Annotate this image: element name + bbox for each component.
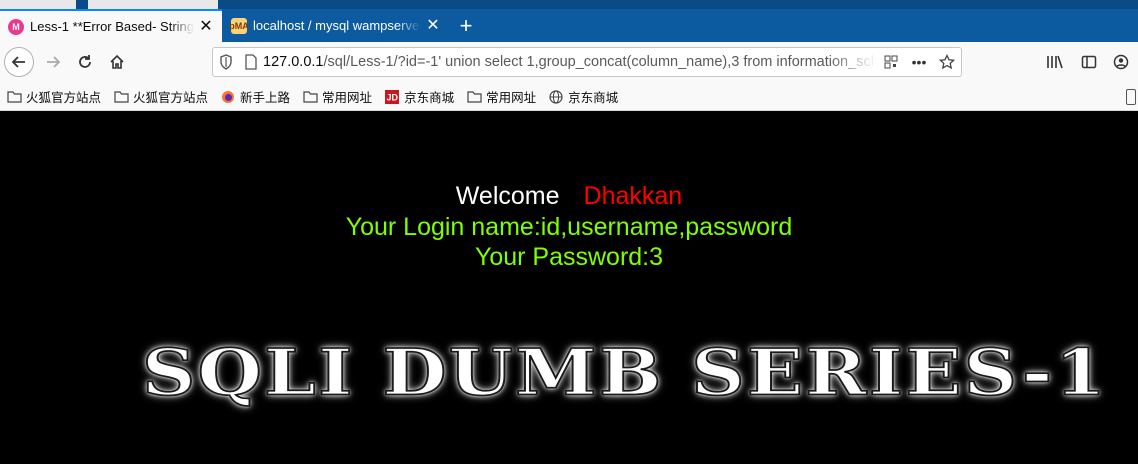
title-strip: [0, 0, 1138, 9]
password-line: Your Password:3: [474, 243, 664, 271]
url-host: 127.0.0.1: [263, 54, 324, 70]
welcome-line: Welcome Dhakkan: [0, 181, 1138, 211]
banner-text: SQLI DUMB SERIES-1: [141, 335, 1108, 411]
bookmark-label: 京东商城: [568, 91, 619, 105]
bookmark-label: 常用网址: [322, 91, 373, 105]
firefox-icon: [220, 90, 236, 104]
bookmark-item[interactable]: JD 京东商城: [384, 87, 454, 106]
back-button[interactable]: [4, 47, 34, 77]
jd-icon: JD: [384, 89, 400, 104]
tab-bar: M Less-1 **Error Based- String** ✕ pMA l…: [0, 9, 1138, 42]
account-button[interactable]: [1106, 47, 1136, 77]
sidebar-icon: [1081, 55, 1097, 69]
account-icon: [1113, 54, 1129, 70]
user-name: Dhakkan: [583, 182, 683, 210]
bookmark-item[interactable]: 常用网址: [466, 87, 536, 106]
qr-code-icon[interactable]: [877, 55, 905, 69]
folder-icon: [6, 90, 22, 104]
library-button[interactable]: [1040, 47, 1070, 77]
login-name-line: Your Login name:id,username,password: [345, 213, 793, 241]
bookmark-label: 新手上路: [240, 91, 291, 105]
forward-button[interactable]: [38, 47, 68, 77]
series-banner: SQLI DUMB SERIES-1: [130, 335, 1120, 411]
arrow-right-icon: [47, 56, 61, 68]
bookmark-label: 火狐官方站点: [26, 91, 102, 105]
folder-icon: [302, 90, 318, 104]
bookmark-item[interactable]: 火狐官方站点: [113, 87, 208, 106]
tab-title: Less-1 **Error Based- String**: [30, 19, 194, 34]
home-icon: [110, 54, 124, 69]
bookmarks-overflow-icon[interactable]: [1126, 89, 1136, 105]
home-button[interactable]: [102, 47, 132, 77]
bookmark-label: 常用网址: [486, 91, 537, 105]
browser-chrome: M Less-1 **Error Based- String** ✕ pMA l…: [0, 0, 1138, 111]
url-text[interactable]: 127.0.0.1/sql/Less-1/?id=-1' union selec…: [263, 54, 877, 70]
bookmark-star-icon[interactable]: [933, 54, 961, 70]
php-icon: M: [8, 18, 24, 35]
address-bar[interactable]: 127.0.0.1/sql/Less-1/?id=-1' union selec…: [212, 47, 962, 77]
sidebar-button[interactable]: [1074, 47, 1104, 77]
bookmark-item[interactable]: 京东商城: [548, 87, 618, 106]
folder-icon: [113, 90, 129, 104]
bookmark-item[interactable]: 火狐官方站点: [6, 87, 101, 106]
tab-title: localhost / mysql wampserver: [253, 18, 421, 33]
page-content: Welcome Dhakkan Your Login name:id,userna…: [0, 111, 1138, 464]
bookmarks-toolbar: 火狐官方站点 火狐官方站点 新手上路 常用网址 JD 京东商城 常用网址 京东商…: [0, 83, 1138, 111]
page-info-icon[interactable]: [239, 54, 263, 70]
arrow-left-icon: [11, 56, 25, 68]
globe-icon: [548, 89, 564, 104]
page-actions-icon[interactable]: •••: [905, 54, 933, 70]
phpmyadmin-icon: pMA: [229, 17, 249, 34]
url-path: /sql/Less-1/?id=-1' union select 1,group…: [323, 54, 877, 70]
reload-button[interactable]: [70, 47, 100, 77]
tab-less-1[interactable]: M Less-1 **Error Based- String** ✕: [0, 9, 222, 42]
bookmark-item[interactable]: 新手上路: [220, 87, 290, 106]
tab-phpmyadmin[interactable]: pMA localhost / mysql wampserver ✕: [223, 9, 449, 42]
nav-bar: 127.0.0.1/sql/Less-1/?id=-1' union selec…: [0, 42, 1138, 83]
welcome-text: Welcome: [455, 182, 560, 210]
reload-icon: [79, 55, 91, 68]
new-tab-button[interactable]: +: [452, 9, 480, 42]
tracking-shield-icon[interactable]: [213, 54, 239, 70]
folder-icon: [466, 90, 482, 104]
svg-text:JD: JD: [387, 92, 399, 102]
bookmark-label: 京东商城: [404, 91, 455, 105]
close-tab-icon[interactable]: ✕: [198, 18, 214, 35]
bookmark-label: 火狐官方站点: [133, 91, 209, 105]
bookmark-item[interactable]: 常用网址: [302, 87, 372, 106]
close-tab-icon[interactable]: ✕: [425, 17, 441, 34]
library-icon: [1047, 55, 1063, 69]
